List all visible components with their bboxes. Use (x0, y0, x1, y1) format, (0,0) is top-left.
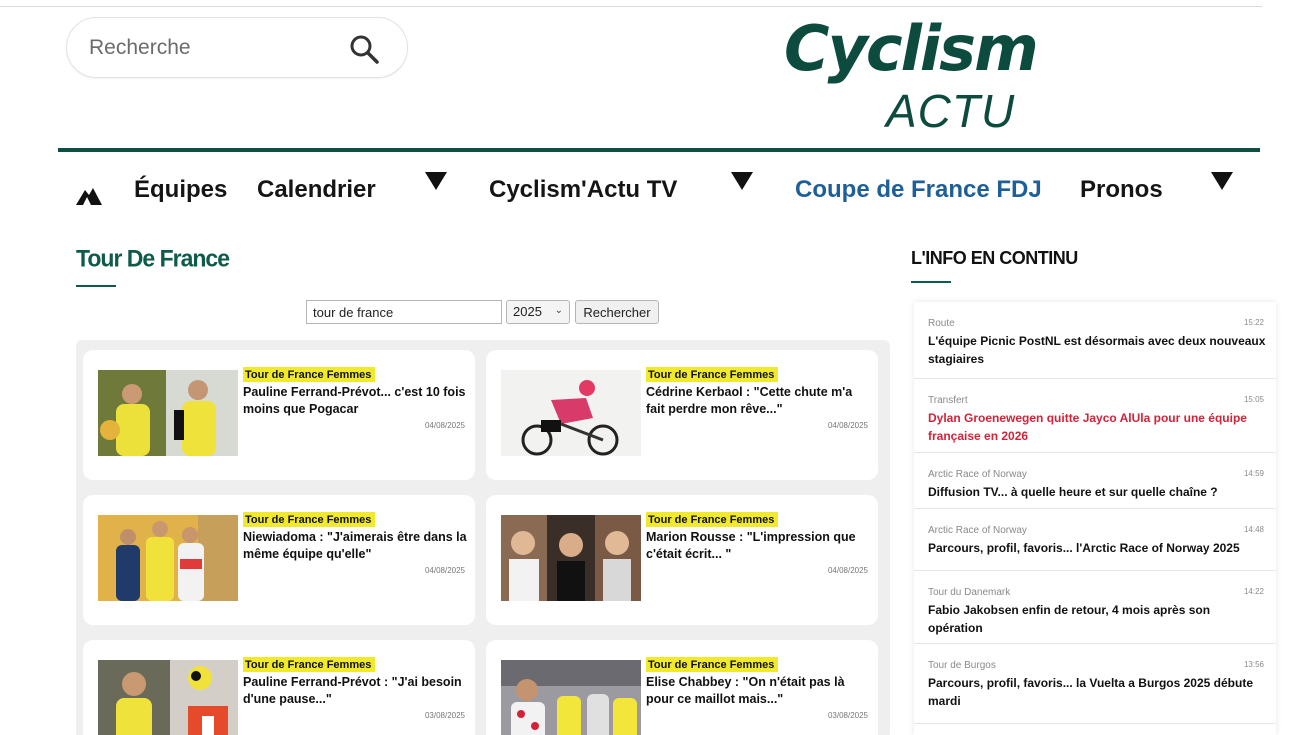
site-logo[interactable]: Cyclism ACTU (784, 14, 1064, 138)
search-box[interactable] (66, 17, 408, 78)
main-nav: Équipes Calendrier Cyclism'Actu TV Coupe… (0, 160, 1291, 226)
news-feed-item[interactable]: Tour du Danemark 14:22 Fabio Jakobsen en… (914, 571, 1276, 644)
news-category[interactable]: Arctic Race of Norway (928, 525, 1027, 536)
year-select-value: 2025 (513, 304, 542, 319)
article-thumbnail[interactable] (98, 660, 238, 735)
filter-query-input[interactable] (306, 300, 502, 324)
nav-item-equipes[interactable]: Équipes (134, 176, 227, 204)
article-title[interactable]: Pauline Ferrand-Prévot... c'est 10 fois … (243, 384, 469, 418)
logo-subtitle: ACTU (886, 85, 1016, 137)
news-headline[interactable]: Diffusion TV... à quelle heure et sur qu… (928, 483, 1268, 501)
nav-item-cyclismactu-tv[interactable]: Cyclism'Actu TV (489, 176, 677, 204)
article-category-badge[interactable]: Tour de France Femmes (243, 367, 376, 382)
news-time: 15:22 (1243, 318, 1264, 327)
article-image-icon (501, 515, 641, 601)
article-title[interactable]: Cédrine Kerbaol : "Cette chute m'a fait … (646, 384, 872, 418)
article-image-icon (98, 515, 238, 601)
news-feed-item[interactable]: Tour de Burgos 13:56 Parcours, profil, f… (914, 644, 1276, 724)
article-image-icon (501, 660, 641, 735)
news-headline[interactable]: Dylan Groenewegen quitte Jayco AlUla pou… (928, 409, 1268, 445)
nav-item-coupe-de-france[interactable]: Coupe de France FDJ (795, 176, 1042, 204)
news-time: 15:05 (1243, 395, 1264, 404)
sidebar-title-underline (911, 281, 951, 283)
news-headline[interactable]: L'équipe Picnic PostNL est désormais ave… (928, 332, 1268, 368)
chevron-down-icon: ⌄ (554, 305, 563, 316)
chevron-down-icon[interactable] (425, 172, 447, 190)
article-date: 04/08/2025 (827, 421, 868, 430)
article-category-badge[interactable]: Tour de France Femmes (243, 657, 376, 672)
article-date: 03/08/2025 (424, 711, 465, 720)
article-title[interactable]: Pauline Ferrand-Prévot : "J'ai besoin d'… (243, 674, 469, 708)
news-time: 14:22 (1243, 587, 1264, 596)
article-title[interactable]: Niewiadoma : "J'aimerais être dans la mê… (243, 529, 469, 563)
search-input[interactable] (89, 32, 339, 64)
nav-item-calendrier[interactable]: Calendrier (257, 176, 376, 204)
article-title[interactable]: Elise Chabbey : "On n'était pas là pour … (646, 674, 872, 708)
article-card[interactable]: Tour de France Femmes Pauline Ferrand-Pr… (83, 350, 475, 480)
article-image-icon (98, 370, 238, 456)
article-card[interactable]: Tour de France Femmes Marion Rousse : "L… (486, 495, 878, 625)
news-headline[interactable]: Parcours, profil, favoris... l'Arctic Ra… (928, 539, 1268, 557)
article-date: 04/08/2025 (424, 421, 465, 430)
title-underline (76, 285, 116, 287)
search-icon[interactable] (349, 34, 379, 64)
news-feed-item[interactable]: Arctic Race of Norway 14:48 Parcours, pr… (914, 509, 1276, 571)
news-category[interactable]: Route (928, 318, 955, 329)
year-select[interactable]: 2025 ⌄ (506, 300, 570, 324)
news-time: 14:59 (1243, 469, 1264, 478)
mountain-home-icon[interactable] (74, 182, 104, 206)
news-category[interactable]: Tour de Burgos (928, 660, 996, 671)
news-category[interactable]: Arctic Race of Norway (928, 469, 1027, 480)
filter-submit-button[interactable]: Rechercher (575, 300, 659, 324)
article-title[interactable]: Marion Rousse : "L'impression que c'étai… (646, 529, 872, 563)
header-divider (58, 148, 1260, 152)
news-feed-item[interactable]: Arctic Race of Norway 14:59 Diffusion TV… (914, 453, 1276, 509)
article-category-badge[interactable]: Tour de France Femmes (646, 512, 779, 527)
news-headline[interactable]: Fabio Jakobsen enfin de retour, 4 mois a… (928, 601, 1268, 637)
chevron-down-icon[interactable] (731, 172, 753, 190)
article-category-badge[interactable]: Tour de France Femmes (646, 367, 779, 382)
article-category-badge[interactable]: Tour de France Femmes (243, 512, 376, 527)
article-thumbnail[interactable] (501, 660, 641, 735)
news-feed: Route 15:22 L'équipe Picnic PostNL est d… (914, 302, 1276, 735)
article-thumbnail[interactable] (98, 515, 238, 601)
article-image-icon (501, 370, 641, 456)
chevron-down-icon[interactable] (1211, 172, 1233, 190)
article-category-badge[interactable]: Tour de France Femmes (646, 657, 779, 672)
news-headline[interactable]: Parcours, profil, favoris... la Vuelta a… (928, 674, 1268, 710)
article-date: 03/08/2025 (827, 711, 868, 720)
news-category[interactable]: Transfert (928, 395, 968, 406)
article-date: 04/08/2025 (424, 566, 465, 575)
article-card[interactable]: Tour de France Femmes Cédrine Kerbaol : … (486, 350, 878, 480)
article-image-icon (98, 660, 238, 735)
article-card[interactable]: Tour de France Femmes Elise Chabbey : "O… (486, 640, 878, 735)
article-thumbnail[interactable] (501, 515, 641, 601)
article-grid: Tour de France Femmes Pauline Ferrand-Pr… (76, 340, 890, 735)
logo-wordmark: Cyclism (784, 12, 1039, 85)
page-title: Tour De France (76, 244, 230, 272)
news-time: 13:56 (1243, 660, 1264, 669)
article-card[interactable]: Tour de France Femmes Niewiadoma : "J'ai… (83, 495, 475, 625)
news-category[interactable]: Tour du Danemark (928, 587, 1010, 598)
top-divider (0, 6, 1262, 7)
news-feed-item[interactable]: Transfert 15:05 Dylan Groenewegen quitte… (914, 379, 1276, 453)
news-time: 14:48 (1243, 525, 1264, 534)
article-thumbnail[interactable] (98, 370, 238, 456)
article-filter: 2025 ⌄ Rechercher (0, 300, 900, 324)
article-thumbnail[interactable] (501, 370, 641, 456)
article-date: 04/08/2025 (827, 566, 868, 575)
news-feed-item[interactable]: Route 15:22 L'équipe Picnic PostNL est d… (914, 302, 1276, 379)
nav-item-pronos[interactable]: Pronos (1080, 176, 1163, 204)
sidebar-title: L'INFO EN CONTINU (911, 248, 1078, 268)
article-card[interactable]: Tour de France Femmes Pauline Ferrand-Pr… (83, 640, 475, 735)
